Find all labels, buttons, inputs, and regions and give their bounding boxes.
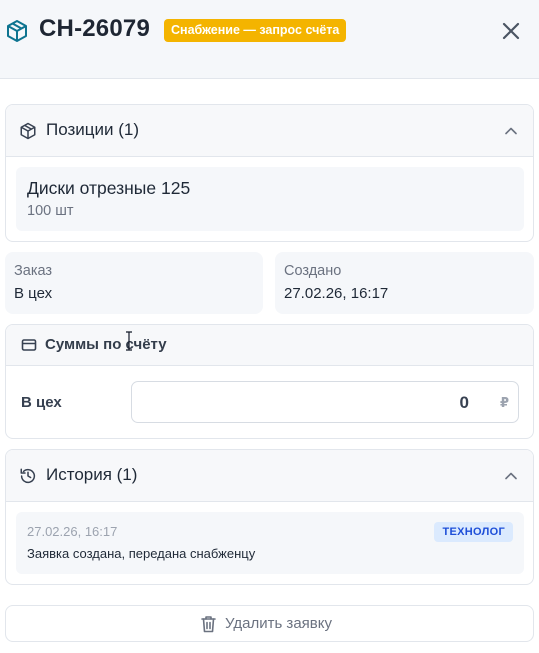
created-label: Создано — [284, 263, 342, 279]
sum-amount-value: 0 — [459, 393, 469, 412]
trash-icon — [201, 616, 216, 633]
delete-request-label: Удалить заявку — [225, 615, 332, 632]
text-cursor-icon — [126, 331, 132, 351]
history-section: История (1) 27.02.26, 16:17 ТЕХНОЛОГ Зая… — [5, 449, 534, 585]
order-label: Заказ — [14, 263, 53, 279]
created-info: Создано 27.02.26, 16:17 — [275, 252, 534, 314]
history-title: История (1) — [46, 465, 138, 484]
position-qty: 100 шт — [27, 203, 74, 219]
sums-section: Суммы по счёту В цех 0 ₽ — [5, 324, 534, 439]
history-text: Заявка создана, передана снабженцу — [27, 546, 256, 561]
currency-symbol: ₽ — [499, 395, 509, 410]
box-icon — [7, 20, 27, 42]
created-value: 27.02.26, 16:17 — [284, 285, 389, 302]
status-badge: Снабжение — запрос счёта — [164, 19, 347, 42]
order-value: В цех — [14, 285, 53, 302]
history-icon — [20, 468, 36, 484]
page-title: СН-26079 — [39, 15, 150, 42]
position-name: Диски отрезные 125 — [27, 178, 191, 198]
sums-header: Суммы по счёту — [6, 325, 533, 366]
history-time: 27.02.26, 16:17 — [27, 524, 118, 539]
role-badge: ТЕХНОЛОГ — [434, 522, 513, 542]
package-icon — [20, 122, 36, 140]
drawer-header: СН-26079 Снабжение — запрос счёта — [0, 0, 539, 79]
position-item: Диски отрезные 125 100 шт — [16, 167, 524, 231]
sum-row-label: В цех — [21, 394, 62, 411]
close-icon[interactable] — [500, 20, 522, 42]
order-info: Заказ В цех — [5, 252, 263, 314]
chevron-up-icon[interactable] — [504, 124, 518, 138]
history-header[interactable]: История (1) — [6, 450, 533, 502]
positions-header[interactable]: Позиции (1) — [6, 105, 533, 157]
positions-title: Позиции (1) — [46, 120, 140, 139]
positions-section: Позиции (1) Диски отрезные 125 100 шт — [5, 104, 534, 242]
credit-card-icon — [21, 339, 37, 351]
sums-title: Суммы по счёту — [45, 336, 167, 353]
chevron-up-icon[interactable] — [504, 469, 518, 483]
delete-request-button[interactable]: Удалить заявку — [5, 605, 534, 642]
sum-amount-field[interactable]: 0 ₽ — [131, 381, 519, 423]
history-entry: 27.02.26, 16:17 ТЕХНОЛОГ Заявка создана,… — [16, 512, 524, 574]
